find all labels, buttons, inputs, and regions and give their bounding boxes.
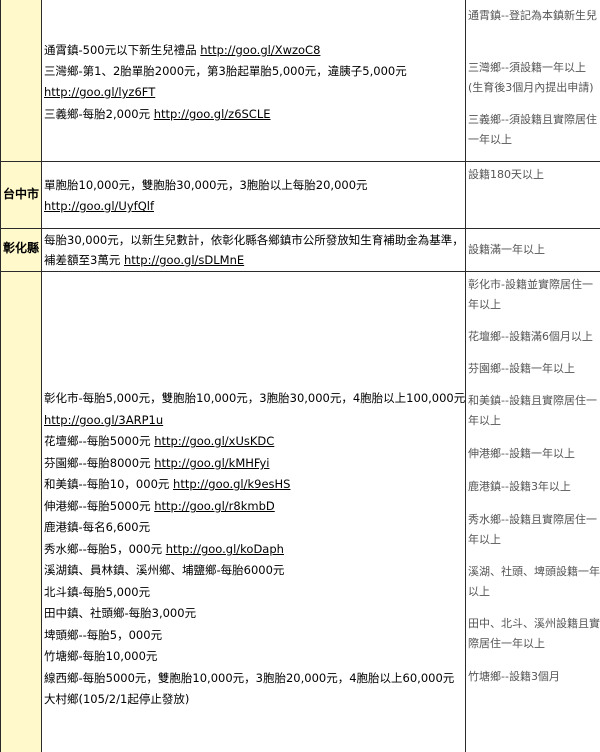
column-divider-region — [41, 0, 42, 752]
row-text: 彰化市-每胎5,000元，雙胞胎10,000元，3胞胎30,000元，4胞胎以上… — [44, 391, 466, 405]
table-row: http://goo.gl/UyfQlf — [44, 198, 154, 215]
link[interactable]: http://goo.gl/lyz6FT — [44, 85, 155, 99]
table-row: 鹿港鎮-每名6,600元 — [44, 519, 150, 536]
table-row: 芬園鄉--每胎8000元 http://goo.gl/kMHFyi — [44, 455, 269, 472]
condition: 竹塘鄉--設籍3個月 — [468, 670, 560, 683]
condition: 設籍180天以上 — [468, 168, 544, 181]
column-divider-content — [465, 0, 466, 752]
table-row: 溪湖鎮、員林鎮、溪州鄉、埔鹽鄉-每胎6000元 — [44, 562, 284, 579]
link[interactable]: http://goo.gl/r8kmbD — [154, 499, 275, 513]
link[interactable]: http://goo.gl/kMHFyi — [154, 456, 269, 470]
region-label: 台中市 — [2, 187, 39, 201]
condition: 彰化市-設籍並實際居住一年以上 — [468, 278, 593, 311]
table-row: 線西鄉-每胎5000元，雙胞胎10,000元，3胞胎20,000元，4胞胎以上6… — [44, 670, 454, 687]
condition: 三義鄉--須設籍且實際居住一年以上 — [468, 113, 597, 146]
link[interactable]: http://goo.gl/z6SCLE — [154, 107, 271, 121]
table-row: 補差額至3萬元 http://goo.gl/sDLMnE — [44, 252, 244, 269]
table-row: 彰化市-每胎5,000元，雙胞胎10,000元，3胞胎30,000元，4胞胎以上… — [44, 390, 465, 407]
table-row: http://goo.gl/lyz6FT — [44, 84, 155, 101]
condition: 秀水鄉--設籍且實際居住一年以上 — [468, 513, 597, 546]
row-text: 溪湖鎮、員林鎮、溪州鄉、埔鹽鄉-每胎6000元 — [44, 563, 285, 577]
table-row: 北斗鎮-每胎5,000元 — [44, 584, 150, 601]
table-row: 竹塘鄉-每胎10,000元 — [44, 648, 157, 665]
table-row: 三灣鄉-第1、2胎單胎2000元，第3胎起單胎5,000元，違胰子5,000元 — [44, 63, 407, 80]
table-row: 和美鎮--每胎10，000元 http://goo.gl/k9esHS — [44, 476, 290, 493]
link[interactable]: http://goo.gl/koDaph — [166, 542, 284, 556]
row-text: 秀水鄉--每胎5，000元 — [44, 542, 166, 556]
condition: 溪湖、社頭、埤頭設籍一年以上 — [468, 565, 600, 598]
table-row: 伸港鄉--每胎5000元 http://goo.gl/r8kmbD — [44, 498, 275, 515]
table-row: 秀水鄉--每胎5，000元 http://goo.gl/koDaph — [44, 541, 284, 558]
condition: 花壇鄉--設籍滿6個月以上 — [468, 330, 593, 343]
condition: 設籍滿一年以上 — [468, 243, 545, 256]
row-text: 花壇鄉--每胎5000元 — [44, 434, 155, 448]
table-row: 每胎30,000元，以新生兒數計，依彰化縣各鄉鎮市公所發放知生育補助金為基準， — [44, 232, 464, 249]
condition: 和美鎮--設籍且實際居住一年以上 — [468, 394, 597, 427]
table-row: 大村鄉(105/2/1起停止發放) — [44, 691, 189, 708]
region-column-background — [0, 0, 41, 752]
table-row: http://goo.gl/3ARP1u — [44, 412, 163, 429]
row-text: 線西鄉-每胎5000元，雙胞胎10,000元，3胞胎20,000元，4胞胎以上6… — [44, 671, 455, 685]
subsidy-table: 通霄鎮-500元以下新生兒禮品 http://goo.gl/XwzoC8 三灣鄉… — [0, 0, 600, 752]
link[interactable]: http://goo.gl/sDLMnE — [124, 253, 244, 267]
condition: 伸港鄉--設籍一年以上 — [468, 447, 575, 460]
row-text: 補差額至3萬元 — [44, 253, 124, 267]
condition: 通霄鎮--登記為本鎮新生兒 — [468, 9, 597, 22]
row-divider-3 — [0, 271, 600, 272]
condition: 三灣鄉--須設籍一年以上(生育後3個月內提出申請) — [468, 61, 594, 94]
link[interactable]: http://goo.gl/XwzoC8 — [200, 43, 320, 57]
link[interactable]: http://goo.gl/k9esHS — [173, 477, 290, 491]
table-row: 通霄鎮-500元以下新生兒禮品 http://goo.gl/XwzoC8 — [44, 42, 320, 59]
row-text: 每胎30,000元，以新生兒數計，依彰化縣各鄉鎮市公所發放知生育補助金為基準， — [44, 233, 464, 247]
row-text: 竹塘鄉-每胎10,000元 — [44, 649, 158, 663]
row-text: 三義鄉-每胎2,000元 — [44, 107, 154, 121]
table-row: 單胞胎10,000元，雙胞胎30,000元，3胞胎以上每胎20,000元 — [44, 177, 368, 194]
row-text: 芬園鄉--每胎8000元 — [44, 456, 155, 470]
link[interactable]: http://goo.gl/UyfQlf — [44, 199, 154, 213]
row-text: 和美鎮--每胎10，000元 — [44, 477, 174, 491]
table-border-left — [0, 0, 1, 752]
table-row: 田中鎮、社頭鄉-每胎3,000元 — [44, 605, 196, 622]
row-text: 田中鎮、社頭鄉-每胎3,000元 — [44, 606, 197, 620]
condition: 田中、北斗、溪州設籍且實際居住一年以上 — [468, 617, 600, 650]
row-divider-2 — [0, 228, 600, 229]
link[interactable]: http://goo.gl/3ARP1u — [44, 413, 163, 427]
table-row: 花壇鄉--每胎5000元 http://goo.gl/xUsKDC — [44, 433, 274, 450]
row-text: 埤頭鄉--每胎5，000元 — [44, 628, 163, 642]
condition: 鹿港鎮--設籍3年以上 — [468, 480, 571, 493]
region-label: 彰化縣 — [2, 241, 39, 255]
row-text: 鹿港鎮-每名6,600元 — [44, 520, 151, 534]
row-text: 三灣鄉-第1、2胎單胎2000元，第3胎起單胎5,000元，違胰子5,000元 — [44, 64, 407, 78]
condition: 芬園鄉--設籍一年以上 — [468, 362, 575, 375]
link[interactable]: http://goo.gl/xUsKDC — [154, 434, 274, 448]
row-text: 通霄鎮-500元以下新生兒禮品 — [44, 43, 201, 57]
row-text: 單胞胎10,000元，雙胞胎30,000元，3胞胎以上每胎20,000元 — [44, 178, 368, 192]
row-divider-1 — [0, 161, 600, 162]
row-text: 伸港鄉--每胎5000元 — [44, 499, 155, 513]
table-row: 三義鄉-每胎2,000元 http://goo.gl/z6SCLE — [44, 106, 271, 123]
table-row: 埤頭鄉--每胎5，000元 — [44, 627, 162, 644]
row-text: 大村鄉(105/2/1起停止發放) — [44, 692, 190, 706]
row-text: 北斗鎮-每胎5,000元 — [44, 585, 151, 599]
